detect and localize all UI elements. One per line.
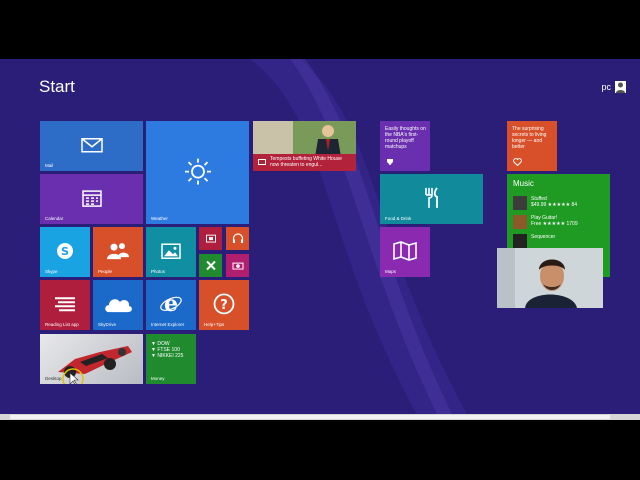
fork-knife-icon <box>424 187 438 208</box>
tile-calendar[interactable]: Calendar <box>40 174 143 224</box>
tile-label: Skype <box>45 269 58 274</box>
scrollbar-thumb[interactable] <box>10 415 610 419</box>
tile-food-drink[interactable]: Food & Drink <box>380 174 483 224</box>
tile-news[interactable]: Tempests buffeting White House now threa… <box>253 121 356 171</box>
people-icon <box>107 243 129 260</box>
tile-label: Mail <box>45 163 54 168</box>
tile-label: Food & Drink <box>385 216 412 221</box>
money-ticker: ▼ DOW ▼ FTSE 100 ▼ NIKKEI 225 <box>151 341 183 359</box>
music-list: Stuffed $49.99 ★★★★★ 84 Play Guitar! Fre… <box>513 191 607 248</box>
tile-label: Desktop <box>45 376 62 381</box>
help-icon: ? <box>213 293 235 315</box>
trophy-icon <box>387 159 393 165</box>
music-item-name: Sequencer <box>531 234 556 240</box>
video-icon <box>205 234 216 243</box>
album-art-icon <box>513 234 527 248</box>
tile-internet-explorer[interactable]: e Internet Explorer <box>146 280 196 330</box>
tile-label: Weather <box>151 216 168 221</box>
tile-people[interactable]: People <box>93 227 143 277</box>
mail-icon <box>80 138 103 153</box>
svg-text:?: ? <box>220 298 228 313</box>
tile-skydrive[interactable]: SkyDrive <box>93 280 143 330</box>
music-item[interactable]: Stuffed $49.99 ★★★★★ 84 <box>513 196 607 210</box>
tile-desktop[interactable]: Desktop <box>40 334 143 384</box>
tile-label: SkyDrive <box>98 322 117 327</box>
sun-icon <box>184 158 211 185</box>
tile-label: Photos <box>151 269 166 274</box>
tile-label: People <box>98 269 113 274</box>
camera-icon <box>232 262 243 270</box>
ticker-line: ▼ NIKKEI 225 <box>151 353 184 359</box>
music-item[interactable]: Play Guitar! Free ★★★★★ 1709 <box>513 215 607 229</box>
user-account[interactable]: pc <box>601 81 626 93</box>
tile-maps[interactable]: Maps <box>380 227 430 277</box>
horizontal-scrollbar[interactable] <box>0 414 640 420</box>
tile-sports[interactable]: Easily thoughts on the NBA's first-round… <box>380 121 430 171</box>
xbox-icon <box>205 260 216 270</box>
start-title: Start <box>39 77 75 96</box>
music-title: Music <box>513 179 534 188</box>
tile-label: Internet Explorer <box>151 322 185 327</box>
music-item[interactable]: Sequencer <box>513 234 607 248</box>
tile-camera[interactable] <box>226 254 249 277</box>
news-caption: Tempests buffeting White House now threa… <box>253 154 356 171</box>
tile-label: Calendar <box>45 216 64 221</box>
user-avatar-icon <box>615 81 626 93</box>
tile-health[interactable]: The surprising secrets to living longer … <box>507 121 557 171</box>
tile-help-tips[interactable]: ? Help+Tips <box>199 280 249 330</box>
sports-headline: Easily thoughts on the NBA's first-round… <box>385 126 426 150</box>
ie-icon: e <box>160 292 182 316</box>
music-item-detail: $49.99 ★★★★★ 84 <box>531 202 578 208</box>
svg-text:S: S <box>61 245 69 258</box>
user-name: pc <box>601 82 611 92</box>
tile-video[interactable] <box>199 227 222 250</box>
cursor-highlight <box>62 368 84 384</box>
start-screen: Start pc Mail Calendar S Skype People Re… <box>0 59 640 420</box>
tile-label: Help+Tips <box>204 322 225 327</box>
headphones-icon <box>232 233 243 243</box>
skype-icon: S <box>57 243 73 259</box>
heart-icon <box>513 158 522 166</box>
tile-skype[interactable]: S Skype <box>40 227 90 277</box>
news-photo <box>253 121 356 157</box>
cloud-icon <box>105 299 132 313</box>
album-art-icon <box>513 196 527 210</box>
album-art-icon <box>513 215 527 229</box>
news-icon <box>258 159 266 165</box>
tile-label: Maps <box>385 269 397 274</box>
tile-label: Reading List app <box>45 322 79 327</box>
music-item-detail: Free ★★★★★ 1709 <box>531 221 578 227</box>
tile-games[interactable] <box>199 254 222 277</box>
tile-mail[interactable]: Mail <box>40 121 143 171</box>
tile-money[interactable]: ▼ DOW ▼ FTSE 100 ▼ NIKKEI 225 Money <box>146 334 196 384</box>
photos-icon <box>161 243 181 259</box>
reading-list-icon <box>55 297 75 312</box>
webcam-overlay <box>497 248 603 308</box>
health-headline: The surprising secrets to living longer … <box>512 126 547 150</box>
map-icon <box>393 241 417 261</box>
svg-text:e: e <box>164 292 178 316</box>
calendar-icon <box>81 190 102 207</box>
tile-weather[interactable]: Weather <box>146 121 249 224</box>
webcam-person <box>497 248 603 308</box>
tile-music-small[interactable] <box>226 227 249 250</box>
tile-reading-list[interactable]: Reading List app <box>40 280 90 330</box>
news-headline: Tempests buffeting White House now threa… <box>270 156 342 168</box>
tile-label: Money <box>151 376 165 381</box>
tile-photos[interactable]: Photos <box>146 227 196 277</box>
